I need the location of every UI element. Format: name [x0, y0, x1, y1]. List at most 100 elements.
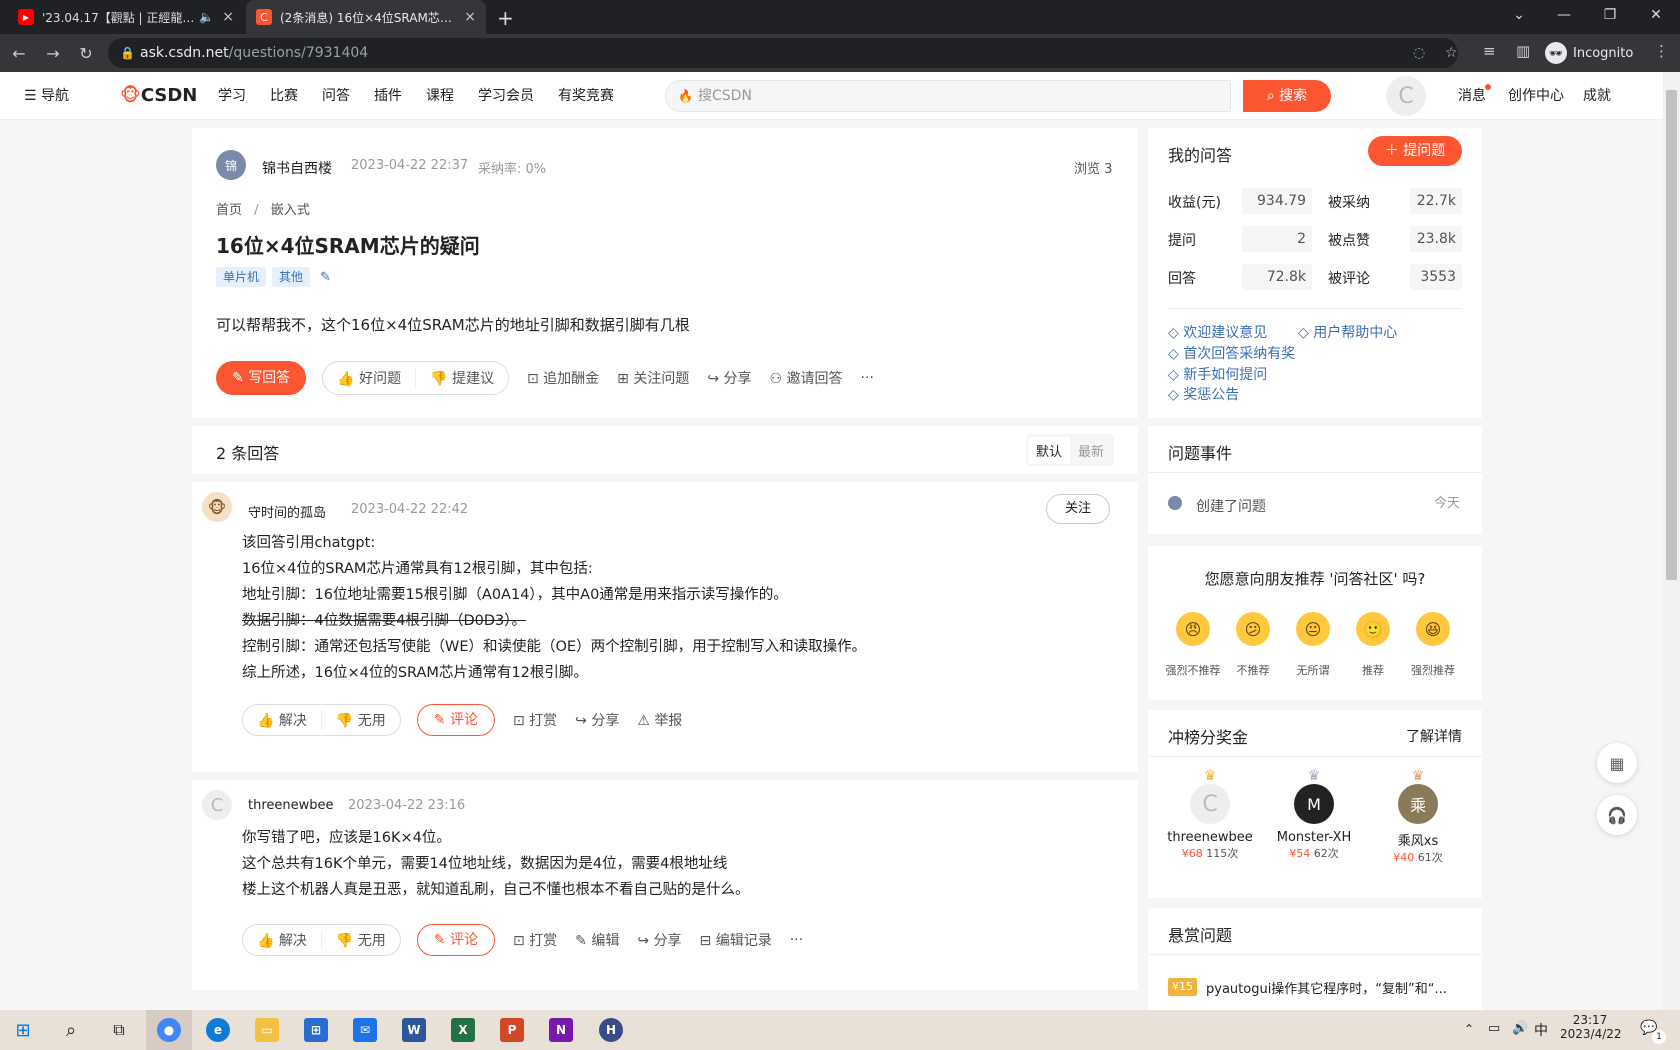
- onenote-icon[interactable]: N: [538, 1010, 584, 1050]
- scrollbar-thumb[interactable]: [1666, 90, 1677, 580]
- link-help-center[interactable]: ◇ 用户帮助中心: [1298, 322, 1397, 342]
- write-answer-button[interactable]: ✎ 写回答: [216, 361, 307, 395]
- answer-avatar[interactable]: 🐵: [202, 492, 232, 522]
- menu-kebab-icon[interactable]: ⋮: [1654, 42, 1669, 60]
- leaderboard-detail-link[interactable]: 了解详情: [1406, 726, 1462, 746]
- qr-code-icon[interactable]: ▦: [1597, 743, 1637, 783]
- breadcrumb-embedded[interactable]: 嵌入式: [271, 203, 310, 218]
- nav-item-prize-contest[interactable]: 有奖竞赛: [558, 72, 614, 120]
- file-explorer-icon[interactable]: ▭: [244, 1010, 290, 1050]
- clock[interactable]: 23:17 2023/4/22: [1560, 1013, 1622, 1041]
- edge-icon[interactable]: e: [195, 1010, 241, 1050]
- user-avatar[interactable]: C: [1386, 76, 1426, 116]
- media-queue-icon[interactable]: ≡: [1483, 42, 1496, 60]
- bookmark-star-icon[interactable]: ☆: [1445, 38, 1458, 68]
- good-question-button[interactable]: 👍 好问题: [323, 368, 417, 388]
- sort-default[interactable]: 默认: [1028, 436, 1071, 464]
- follow-button[interactable]: 关注: [1046, 494, 1110, 524]
- link-feedback[interactable]: ◇ 欢迎建议意见: [1168, 322, 1267, 342]
- nav-item-contest[interactable]: 比赛: [270, 72, 298, 120]
- back-arrow-icon[interactable]: ←: [8, 42, 30, 64]
- store-icon[interactable]: ⊞: [293, 1010, 339, 1050]
- ime-indicator[interactable]: 中: [1534, 1020, 1548, 1040]
- nav-item-plugin[interactable]: 插件: [374, 72, 402, 120]
- solve-button[interactable]: 👍 解决: [243, 930, 322, 950]
- word-icon[interactable]: W: [391, 1010, 437, 1050]
- more-icon[interactable]: ···: [790, 932, 803, 948]
- share-button[interactable]: ↪ 分享: [575, 710, 619, 730]
- link-how-to-ask[interactable]: ◇ 新手如何提问: [1168, 364, 1267, 384]
- powerpoint-icon[interactable]: P: [489, 1010, 535, 1050]
- headset-support-icon[interactable]: 🎧: [1597, 795, 1637, 835]
- nav-item-membership[interactable]: 学习会员: [478, 72, 534, 120]
- comment-button[interactable]: ✎ 评论: [416, 704, 495, 736]
- task-view-icon[interactable]: ⧉: [96, 1010, 142, 1050]
- share-button[interactable]: ↪ 分享: [707, 368, 751, 388]
- header-messages[interactable]: 消息: [1458, 72, 1486, 120]
- leaderboard-user[interactable]: ♛ C threenewbee ¥68 115次: [1158, 768, 1262, 861]
- link-first-answer[interactable]: ◇ 首次回答采纳有奖: [1168, 343, 1295, 363]
- app-icon[interactable]: H: [588, 1010, 634, 1050]
- tip-button[interactable]: ⊡ 打赏: [513, 930, 557, 950]
- edit-tags-icon[interactable]: ✎: [320, 270, 331, 285]
- header-creator-center[interactable]: 创作中心: [1508, 72, 1564, 120]
- comment-button[interactable]: ✎ 评论: [416, 924, 495, 956]
- minimize-icon[interactable]: —: [1541, 0, 1587, 30]
- speaker-icon[interactable]: 🔈: [199, 10, 214, 24]
- excel-icon[interactable]: X: [440, 1010, 486, 1050]
- close-icon[interactable]: ×: [222, 9, 234, 25]
- browser-tab-csdn[interactable]: C (2条消息) 16位×4位SRAM芯片的 ×: [246, 0, 486, 34]
- csdn-logo[interactable]: 🐵CSDN: [120, 72, 197, 120]
- tip-button[interactable]: ⊡ 打赏: [513, 710, 557, 730]
- question-author[interactable]: 锦书自西楼: [262, 158, 332, 178]
- tag-other[interactable]: 其他: [272, 267, 311, 287]
- new-tab-plus-icon[interactable]: +: [497, 6, 514, 30]
- mail-icon[interactable]: ✉: [342, 1010, 388, 1050]
- tray-chevron-icon[interactable]: ⌃: [1464, 1022, 1474, 1036]
- incognito-indicator[interactable]: 🕶 Incognito: [1545, 40, 1633, 66]
- link-rules[interactable]: ◇ 奖惩公告: [1168, 384, 1239, 404]
- neutral-face-icon[interactable]: 😐: [1296, 612, 1330, 646]
- edit-history-button[interactable]: ⊟ 编辑记录: [700, 930, 772, 950]
- tab-search-chevron-icon[interactable]: ⌄: [1496, 0, 1542, 30]
- eye-off-icon[interactable]: ◌: [1413, 38, 1425, 68]
- leaderboard-user[interactable]: ♛ 乘 乘风xs ¥40 61次: [1366, 768, 1470, 865]
- windows-start-icon[interactable]: ⊞: [0, 1010, 46, 1050]
- bounty-item-link[interactable]: pyautogui操作其它程序时，“复制”和“...: [1206, 978, 1466, 997]
- browser-tab-youtube[interactable]: ▶ '23.04.17【觀點 | 正經龍鳳』 🔈 ×: [8, 0, 244, 34]
- invite-answer-button[interactable]: ⚇ 邀请回答: [770, 368, 843, 388]
- useless-button[interactable]: 👎 无用: [322, 930, 400, 950]
- volume-icon[interactable]: 🔊: [1512, 1021, 1528, 1036]
- address-bar[interactable]: 🔒 ask.csdn.net/questions/7931404 ◌ ☆: [108, 38, 1458, 68]
- tag-mcu[interactable]: 单片机: [216, 267, 267, 287]
- search-input[interactable]: 🔥 搜CSDN: [665, 80, 1231, 112]
- ask-question-button[interactable]: ＋ 提问题: [1368, 136, 1462, 166]
- header-achievement[interactable]: 成就: [1583, 72, 1611, 120]
- chrome-icon[interactable]: ●: [146, 1010, 192, 1050]
- nav-item-course[interactable]: 课程: [426, 72, 454, 120]
- very-likely-face-icon[interactable]: 😆: [1416, 612, 1450, 646]
- search-icon[interactable]: ⌕: [48, 1010, 94, 1050]
- side-panel-icon[interactable]: ▥: [1516, 42, 1530, 60]
- leaderboard-user[interactable]: ♛ M Monster-XH ¥54 62次: [1262, 768, 1366, 861]
- hamburger-nav[interactable]: ☰ 导航: [24, 72, 69, 120]
- network-icon[interactable]: ▭: [1488, 1021, 1500, 1036]
- breadcrumb-home[interactable]: 首页: [216, 203, 242, 218]
- reload-icon[interactable]: ↻: [75, 42, 97, 64]
- unlikely-face-icon[interactable]: 😕: [1236, 612, 1270, 646]
- nav-item-study[interactable]: 学习: [218, 72, 246, 120]
- nav-item-qa[interactable]: 问答: [322, 72, 350, 120]
- add-reward-button[interactable]: ⊡ 追加酬金: [527, 368, 599, 388]
- close-icon[interactable]: ×: [464, 9, 476, 25]
- very-unlikely-face-icon[interactable]: 😠: [1176, 612, 1210, 646]
- likely-face-icon[interactable]: 🙂: [1356, 612, 1390, 646]
- window-close-icon[interactable]: ✕: [1633, 0, 1679, 30]
- restore-icon[interactable]: ❐: [1587, 0, 1633, 30]
- sort-latest[interactable]: 最新: [1070, 437, 1112, 464]
- suggest-button[interactable]: 👎 提建议: [416, 368, 508, 388]
- edit-button[interactable]: ✎ 编辑: [575, 930, 619, 950]
- answer-author[interactable]: threenewbee: [248, 798, 334, 813]
- follow-question-button[interactable]: ⊞ 关注问题: [617, 368, 689, 388]
- share-button[interactable]: ↪ 分享: [637, 930, 681, 950]
- forward-arrow-icon[interactable]: →: [42, 42, 64, 64]
